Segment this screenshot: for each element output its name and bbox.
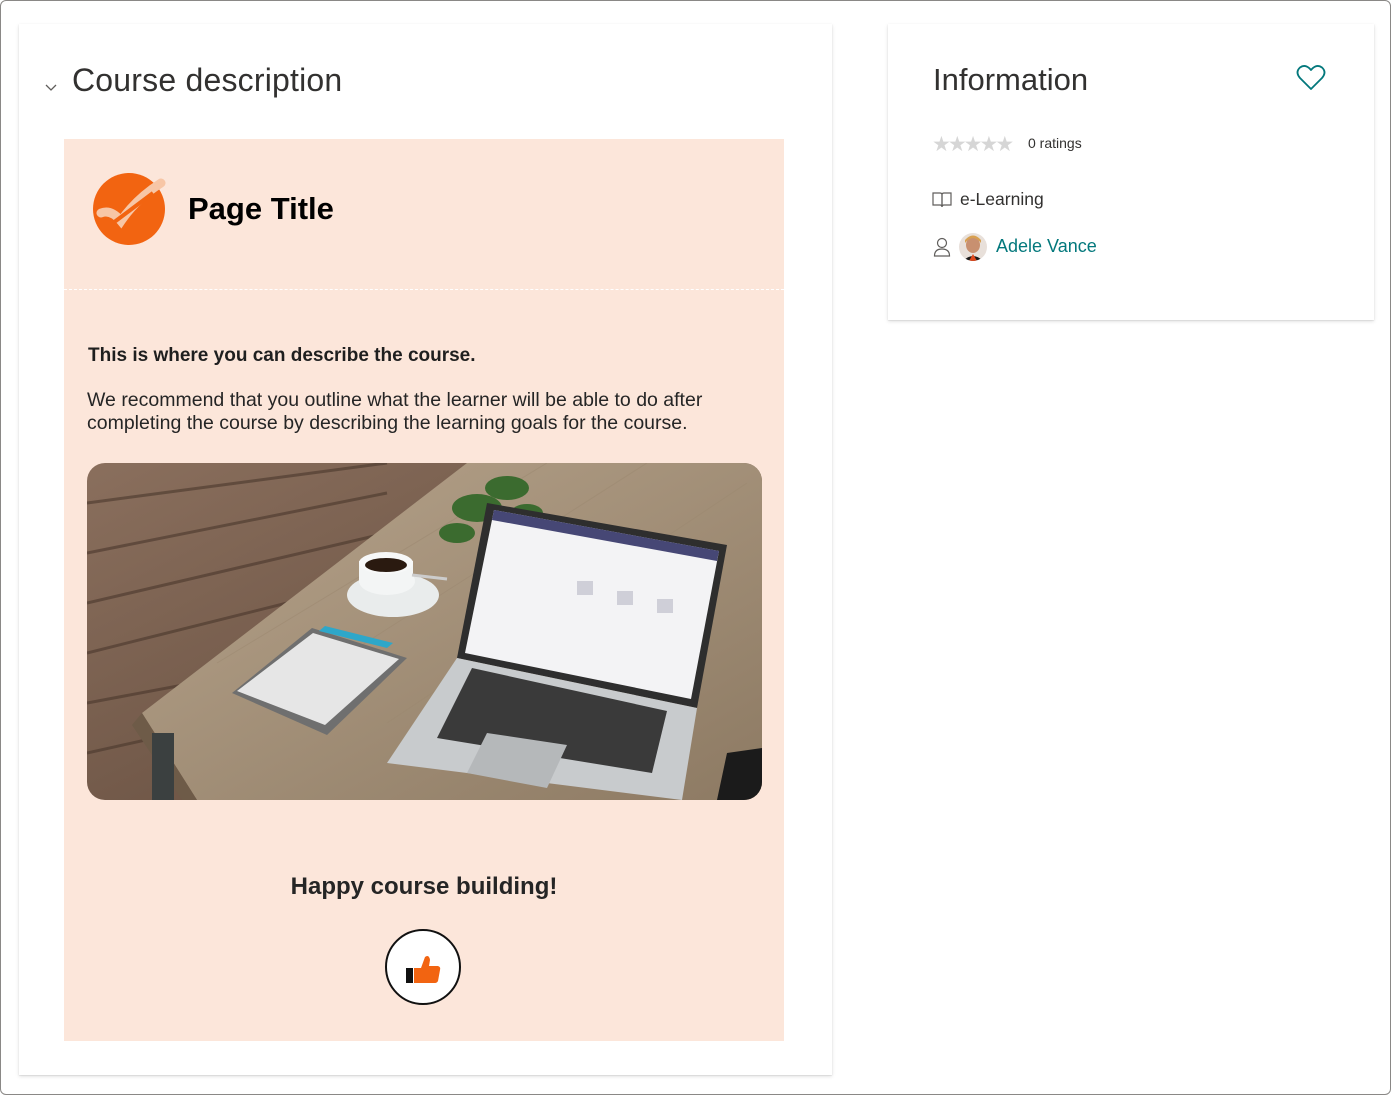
course-body-text: We recommend that you outline what the l… (87, 389, 703, 434)
course-content: Page Title This is where you can describ… (64, 139, 784, 1041)
divider (64, 289, 784, 290)
course-lead-text: This is where you can describe the cours… (88, 345, 476, 366)
chevron-down-icon[interactable] (44, 80, 58, 94)
course-description-card: Course description Page Title This is wh… (19, 24, 832, 1075)
ratings-count: 0 ratings (1028, 135, 1082, 151)
laptop-desk-photo (87, 463, 762, 800)
page-title: Page Title (188, 191, 334, 226)
rating-stars[interactable]: ★★★★★ (932, 132, 1015, 156)
course-type: e-Learning (960, 189, 1044, 209)
information-card: Information ★★★★★ 0 ratings e-Learning A… (888, 24, 1374, 320)
section-title[interactable]: Course description (72, 62, 342, 99)
book-icon (932, 192, 952, 208)
avatar (959, 233, 987, 261)
closing-text: Happy course building! (290, 873, 558, 900)
star-icon: ★ (995, 132, 1015, 156)
orange-check-logo (93, 173, 166, 245)
author-link[interactable]: Adele Vance (996, 236, 1097, 257)
thumbs-up-icon (406, 956, 441, 983)
thumbs-up-button[interactable] (385, 929, 461, 1005)
heart-icon[interactable] (1296, 64, 1326, 92)
information-title: Information (933, 62, 1089, 97)
person-icon (933, 237, 951, 257)
